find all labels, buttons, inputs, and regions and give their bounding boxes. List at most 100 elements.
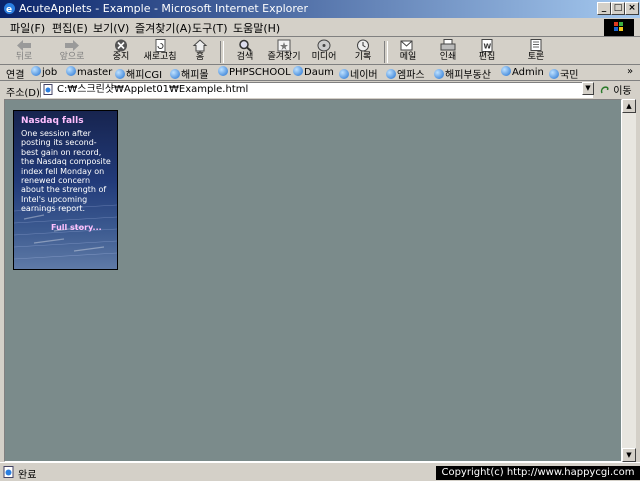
scroll-down-arrow-icon[interactable]: ▼ xyxy=(622,448,636,462)
menu-edit[interactable]: 편집(E) xyxy=(52,20,88,36)
link-master[interactable]: master xyxy=(66,66,112,78)
link-label: Admin xyxy=(512,67,544,78)
back-label: 뒤로 xyxy=(15,52,33,62)
scroll-up-arrow-icon[interactable]: ▲ xyxy=(622,99,636,113)
links-bar: 연결 job master 해피CGI 해피몰 PHPSCHOOL Daum 네… xyxy=(0,64,640,81)
globe-icon xyxy=(549,69,559,79)
globe-icon xyxy=(339,69,349,79)
menu-view[interactable]: 보기(V) xyxy=(93,20,129,36)
media-label: 미디어 xyxy=(311,52,337,62)
refresh-icon xyxy=(155,39,166,52)
refresh-button[interactable]: 새로고침 xyxy=(140,39,180,65)
forward-arrow-icon xyxy=(65,40,79,51)
globe-icon xyxy=(434,69,444,79)
menu-file[interactable]: 파일(F) xyxy=(10,20,45,36)
minimize-button[interactable]: _ xyxy=(597,2,611,15)
globe-icon xyxy=(293,66,303,76)
go-label: 이동 xyxy=(613,86,632,97)
favorites-button[interactable]: 즐겨찾기 xyxy=(264,39,304,65)
link-label: PHPSCHOOL xyxy=(229,67,291,78)
globe-icon xyxy=(218,66,228,76)
forward-button[interactable]: 앞으로 xyxy=(52,39,92,65)
windows-flag-icon xyxy=(614,22,623,31)
link-kookmin[interactable]: 국민 xyxy=(549,66,578,81)
back-button[interactable]: 뒤로 xyxy=(4,39,44,65)
vertical-scrollbar[interactable]: ▲ ▼ xyxy=(622,99,636,462)
favorites-label: 즐겨찾기 xyxy=(267,52,301,62)
home-icon xyxy=(192,39,208,52)
news-body: One session after posting its second-bes… xyxy=(21,129,111,214)
mail-label: 메일 xyxy=(399,52,417,62)
maximize-button[interactable]: □ xyxy=(611,2,625,15)
link-happy-realestate[interactable]: 해피부동산 xyxy=(434,66,491,81)
full-story-link[interactable]: Full story... xyxy=(51,223,102,232)
link-job[interactable]: job xyxy=(31,66,57,78)
globe-icon xyxy=(170,69,180,79)
svg-text:e: e xyxy=(6,5,12,15)
go-button[interactable]: 이동 xyxy=(600,82,632,97)
globe-icon xyxy=(386,69,396,79)
window-title: AcuteApplets - Example - Microsoft Inter… xyxy=(19,2,308,15)
svg-text:W: W xyxy=(484,43,492,51)
history-icon xyxy=(357,39,369,52)
discuss-label: 토론 xyxy=(527,52,545,62)
print-button[interactable]: 인쇄 xyxy=(428,39,468,65)
home-label: 홈 xyxy=(195,52,205,62)
news-ticker-applet[interactable]: Nasdaq falls One session after posting i… xyxy=(13,110,118,270)
standard-toolbar: 뒤로 앞으로 중지 새로고침 홈 검색 즐겨찾기 미디어 기록 메일 인쇄 W … xyxy=(0,36,640,65)
menu-help[interactable]: 도움말(H) xyxy=(233,20,280,36)
page-viewport[interactable]: Nasdaq falls One session after posting i… xyxy=(4,99,622,462)
home-button[interactable]: 홈 xyxy=(180,39,220,65)
title-bar: e AcuteApplets - Example - Microsoft Int… xyxy=(0,0,640,18)
copyright-banner: Copyright(c) http://www.happycgi.com xyxy=(436,466,640,480)
back-arrow-icon xyxy=(17,40,31,51)
mail-button[interactable]: 메일 xyxy=(388,39,428,65)
news-headline: Nasdaq falls xyxy=(21,116,84,126)
page-done-icon xyxy=(3,466,14,478)
page-icon xyxy=(43,84,53,95)
link-happycgi[interactable]: 해피CGI xyxy=(115,66,162,81)
forward-label: 앞으로 xyxy=(59,52,85,62)
search-icon xyxy=(239,39,252,52)
address-label: 주소(D) xyxy=(6,88,40,99)
edit-label: 편집 xyxy=(478,52,496,62)
edit-button[interactable]: W 편집 xyxy=(467,39,507,65)
history-label: 기록 xyxy=(354,52,372,62)
mail-icon xyxy=(400,40,413,51)
discuss-icon xyxy=(530,39,542,51)
media-button[interactable]: 미디어 xyxy=(304,39,344,65)
favorites-icon xyxy=(277,39,291,52)
globe-icon xyxy=(31,66,41,76)
menu-favorites[interactable]: 즐겨찾기(A) xyxy=(135,20,192,36)
ie-logo-icon: e xyxy=(4,3,15,15)
history-button[interactable]: 기록 xyxy=(343,39,383,65)
link-daum[interactable]: Daum xyxy=(293,66,334,78)
status-text: 완료 xyxy=(18,470,37,481)
refresh-label: 새로고침 xyxy=(143,52,177,62)
search-button[interactable]: 검색 xyxy=(225,39,265,65)
links-more-chevron-icon[interactable]: » xyxy=(627,66,633,77)
toolbar-separator xyxy=(220,41,224,63)
link-happymall[interactable]: 해피몰 xyxy=(170,66,209,81)
search-label: 검색 xyxy=(236,52,254,62)
stop-button[interactable]: 중지 xyxy=(101,39,141,65)
links-label: 연결 xyxy=(6,70,25,81)
address-dropdown-chevron-down-icon[interactable]: ▼ xyxy=(582,82,594,95)
link-label: job xyxy=(42,67,58,78)
menu-bar: 파일(F) 편집(E) 보기(V) 즐겨찾기(A) 도구(T) 도움말(H) xyxy=(0,18,640,37)
link-phpschool[interactable]: PHPSCHOOL xyxy=(218,66,291,78)
stop-icon xyxy=(115,39,127,52)
address-bar: 주소(D) C:₩스크린샷₩Applet01₩Example.html xyxy=(0,80,640,100)
link-naver[interactable]: 네이버 xyxy=(339,66,378,81)
link-empas[interactable]: 엠파스 xyxy=(386,66,425,81)
menu-tools[interactable]: 도구(T) xyxy=(192,20,228,36)
go-arrow-icon xyxy=(600,86,609,94)
link-admin[interactable]: Admin xyxy=(501,66,544,78)
discuss-button[interactable]: 토론 xyxy=(516,39,556,65)
globe-icon xyxy=(501,66,511,76)
address-value: C:₩스크린샷₩Applet01₩Example.html xyxy=(57,84,249,95)
close-button[interactable]: × xyxy=(625,2,639,15)
address-input[interactable]: C:₩스크린샷₩Applet01₩Example.html xyxy=(40,82,593,98)
stop-label: 중지 xyxy=(112,52,130,62)
print-label: 인쇄 xyxy=(439,52,457,62)
